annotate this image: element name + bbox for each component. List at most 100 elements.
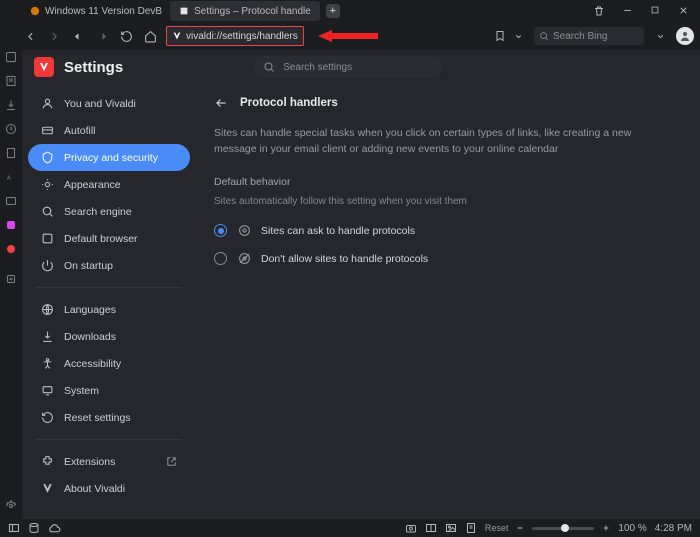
accessibility-icon xyxy=(40,357,54,371)
sidebar-item-privacy[interactable]: Privacy and security xyxy=(28,144,190,171)
settings-search-input[interactable]: Search settings xyxy=(253,56,443,78)
back-arrow-icon[interactable] xyxy=(214,96,228,110)
radio-option-block[interactable]: Don't allow sites to handle protocols xyxy=(214,245,682,273)
external-link-icon xyxy=(164,455,178,469)
sidebar-divider xyxy=(36,287,182,288)
panel-app1-icon[interactable] xyxy=(4,218,18,232)
zoom-out-icon[interactable] xyxy=(516,524,524,532)
sidebar-item-default-browser[interactable]: Default browser xyxy=(28,225,190,252)
sidebar-item-downloads[interactable]: Downloads xyxy=(28,323,190,350)
favicon-icon xyxy=(179,6,189,16)
zoom-in-icon[interactable] xyxy=(602,524,610,532)
sync-icon[interactable] xyxy=(28,522,40,534)
shield-icon xyxy=(40,151,54,165)
system-icon xyxy=(40,384,54,398)
sidebar-item-autofill[interactable]: Autofill xyxy=(28,117,190,144)
handlers-block-icon xyxy=(237,252,251,266)
sidebar-item-about-vivaldi[interactable]: About Vivaldi xyxy=(28,475,190,502)
panel-toggle-icon[interactable] xyxy=(8,522,20,534)
page-description: Sites can handle special tasks when you … xyxy=(214,126,634,158)
settings-title: Settings xyxy=(64,59,123,76)
sidebar-item-search-engine[interactable]: Search engine xyxy=(28,198,190,225)
fastforward-button[interactable] xyxy=(94,28,110,44)
radio-button[interactable] xyxy=(214,252,227,265)
url-field[interactable]: vivaldi://settings/handlers xyxy=(166,26,304,46)
sidebar-item-system[interactable]: System xyxy=(28,377,190,404)
cloud-icon[interactable] xyxy=(48,522,61,535)
sidebar-item-languages[interactable]: Languages xyxy=(28,296,190,323)
sidebar-item-label: Default browser xyxy=(64,233,138,245)
sidebar-item-extensions[interactable]: Extensions xyxy=(28,448,190,475)
handlers-allow-icon xyxy=(237,224,251,238)
capture-icon[interactable] xyxy=(405,522,417,534)
vivaldi-logo-icon xyxy=(172,31,182,41)
maximize-icon[interactable] xyxy=(648,5,662,17)
back-button[interactable] xyxy=(22,28,38,44)
bookmark-icon[interactable] xyxy=(492,28,508,44)
panel-bookmarks-icon[interactable] xyxy=(4,50,18,64)
new-tab-button[interactable]: + xyxy=(326,4,340,18)
rewind-button[interactable] xyxy=(70,28,86,44)
reload-button[interactable] xyxy=(118,28,134,44)
panel-downloads-icon[interactable] xyxy=(4,98,18,112)
panel-window-icon[interactable] xyxy=(4,194,18,208)
sidebar-item-accessibility[interactable]: Accessibility xyxy=(28,350,190,377)
radio-button[interactable] xyxy=(214,224,227,237)
tiling-icon[interactable] xyxy=(425,522,437,534)
tab-strip: Windows 11 Version DevB Settings – Proto… xyxy=(0,0,700,22)
image-toggle-icon[interactable] xyxy=(445,522,457,534)
sidebar-item-you-and-vivaldi[interactable]: You and Vivaldi xyxy=(28,90,190,117)
home-button[interactable] xyxy=(142,28,158,44)
tab-settings[interactable]: Settings – Protocol handle xyxy=(171,1,320,21)
chevron-down-icon[interactable] xyxy=(510,28,526,44)
section-label: Default behavior xyxy=(214,176,682,188)
page-actions-icon[interactable] xyxy=(465,522,477,534)
radio-label: Sites can ask to handle protocols xyxy=(261,225,415,237)
panel-notes-icon[interactable] xyxy=(4,146,18,160)
settings-surface: You and Vivaldi Autofill Privacy and sec… xyxy=(22,50,700,519)
download-icon xyxy=(40,330,54,344)
sidebar-item-label: Reset settings xyxy=(64,412,131,424)
forward-button[interactable] xyxy=(46,28,62,44)
panel-settings-icon[interactable] xyxy=(4,499,18,513)
zoom-value: 100 % xyxy=(618,523,646,534)
settings-header: Settings Search settings xyxy=(22,50,700,84)
settings-sidebar: You and Vivaldi Autofill Privacy and sec… xyxy=(22,50,196,519)
sidebar-item-label: Accessibility xyxy=(64,358,121,370)
tab-label: Windows 11 Version DevB xyxy=(45,6,162,17)
panel-reading-list-icon[interactable] xyxy=(4,74,18,88)
extension-icon xyxy=(40,455,54,469)
settings-search-placeholder: Search settings xyxy=(283,62,352,73)
profile-avatar[interactable] xyxy=(676,27,694,45)
search-placeholder: Search Bing xyxy=(553,31,607,42)
appearance-icon xyxy=(40,178,54,192)
minimize-icon[interactable] xyxy=(620,5,634,17)
sidebar-item-label: Search engine xyxy=(64,206,132,218)
radio-option-allow[interactable]: Sites can ask to handle protocols xyxy=(214,217,682,245)
sidebar-item-reset-settings[interactable]: Reset settings xyxy=(28,404,190,431)
side-panel-rail: A xyxy=(0,0,22,519)
panel-history-icon[interactable] xyxy=(4,122,18,136)
search-field[interactable]: Search Bing xyxy=(534,27,644,45)
sidebar-item-label: Extensions xyxy=(64,456,115,468)
default-browser-icon xyxy=(40,232,54,246)
panel-translate-icon[interactable]: A xyxy=(4,170,18,184)
section-hint: Sites automatically follow this setting … xyxy=(214,196,682,207)
svg-text:A: A xyxy=(6,175,10,181)
annotation-arrow xyxy=(318,29,378,43)
globe-icon xyxy=(40,303,54,317)
zoom-reset-button[interactable]: Reset xyxy=(485,523,509,533)
url-text: vivaldi://settings/handlers xyxy=(186,31,298,42)
sidebar-item-appearance[interactable]: Appearance xyxy=(28,171,190,198)
vivaldi-icon xyxy=(40,482,54,496)
sidebar-item-on-startup[interactable]: On startup xyxy=(28,252,190,279)
panel-app2-icon[interactable] xyxy=(4,242,18,256)
chevron-down-icon[interactable] xyxy=(652,28,668,44)
address-bar: vivaldi://settings/handlers Search Bing xyxy=(0,22,700,50)
trash-icon[interactable] xyxy=(592,5,606,17)
close-icon[interactable] xyxy=(676,5,690,17)
zoom-slider[interactable] xyxy=(532,527,594,530)
panel-add-icon[interactable] xyxy=(4,272,18,286)
sidebar-item-label: System xyxy=(64,385,99,397)
tab-windows11[interactable]: Windows 11 Version DevB xyxy=(22,1,171,21)
